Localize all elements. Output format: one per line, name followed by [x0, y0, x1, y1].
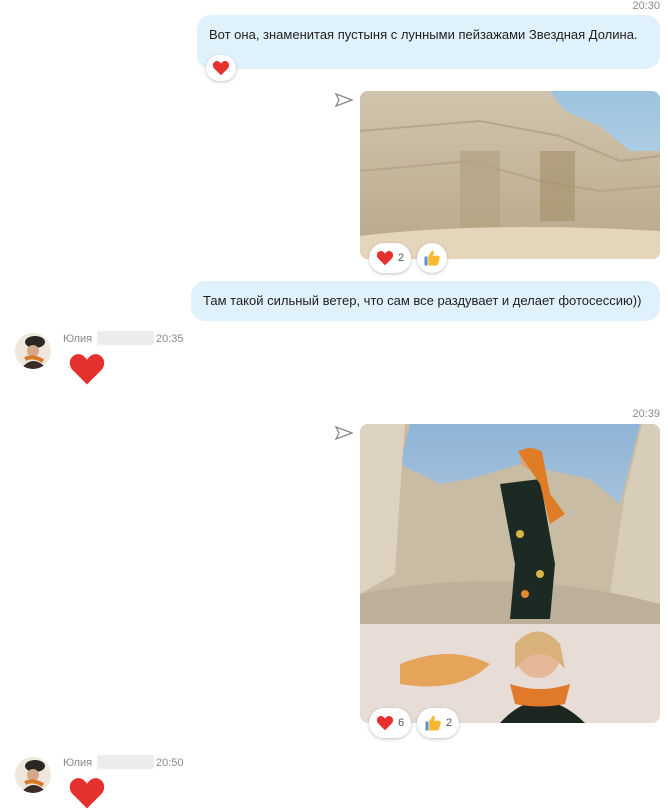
sender-name[interactable]: Юлия [63, 333, 92, 345]
heart-icon [69, 354, 105, 385]
heart-icon [212, 61, 230, 76]
heart-icon [376, 716, 394, 731]
photo-collage[interactable] [360, 424, 660, 723]
avatar[interactable] [15, 757, 51, 793]
blurred-name [97, 755, 154, 769]
message-time: 20:50 [156, 757, 184, 769]
woman-in-desert-image [360, 424, 660, 723]
reaction-count: 2 [397, 252, 405, 264]
reaction-thumbs-up[interactable] [417, 243, 447, 273]
send-status-icon [335, 426, 353, 440]
message-bubble[interactable]: Там такой сильный ветер, что сам все раз… [191, 281, 660, 321]
reaction-thumbs-up-count[interactable]: 2 [417, 708, 459, 738]
desert-photo[interactable] [360, 91, 660, 259]
reaction-heart[interactable] [206, 55, 236, 81]
reaction-heart-count[interactable]: 2 [369, 243, 411, 273]
message-time: 20:35 [156, 333, 184, 345]
desert-canyon-image [360, 91, 660, 259]
message-time: 20:39 [632, 408, 660, 420]
reaction-count: 2 [445, 717, 453, 729]
avatar-image [15, 757, 51, 793]
reaction-heart-count[interactable]: 6 [369, 708, 411, 738]
sender-name[interactable]: Юлия [63, 757, 92, 769]
message-bubble[interactable]: Вот она, знаменитая пустыня с лунными пе… [197, 15, 660, 69]
heart-icon [376, 251, 394, 266]
reaction-count: 6 [397, 717, 405, 729]
send-status-icon [335, 93, 353, 107]
thumbs-up-icon [425, 715, 441, 731]
blurred-name [97, 331, 154, 345]
avatar[interactable] [15, 333, 51, 369]
avatar-image [15, 333, 51, 369]
message-time: 20:30 [632, 0, 660, 12]
thumbs-up-icon [424, 250, 440, 266]
heart-icon [69, 778, 105, 809]
